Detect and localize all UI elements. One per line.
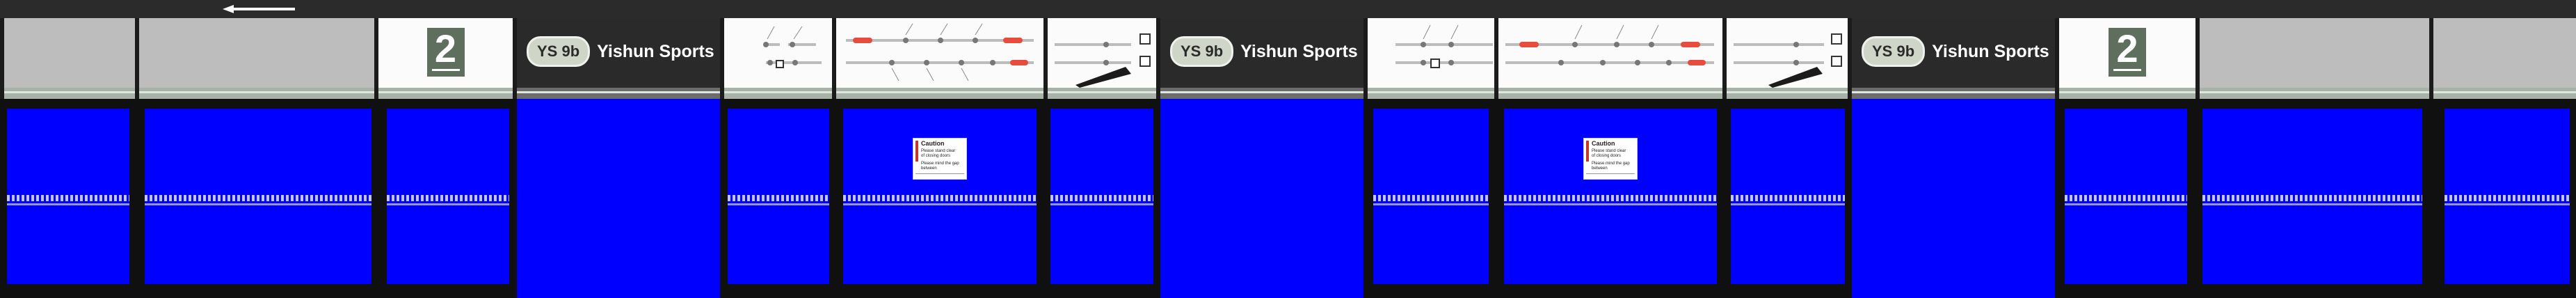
screen-door-panel: Caution Please stand clear of closing do… xyxy=(1504,109,1717,284)
signage-strip: 2 YS 9b Yishun Sports Hall xyxy=(0,18,2576,99)
caution-text: Please mind the gap between xyxy=(1592,162,1630,171)
caution-sign: Caution Please stand clear of closing do… xyxy=(1583,138,1638,180)
station-name-panel: YS 9b Yishun Sports Hall xyxy=(1160,18,1363,99)
line-map-diagram xyxy=(1734,33,1842,88)
station-code-badge: YS 9b xyxy=(1170,36,1234,67)
station-code-badge: YS 9b xyxy=(1862,36,1926,67)
screen-door-panel xyxy=(1160,99,1363,298)
screen-door-panel xyxy=(1050,109,1153,284)
platform-number-panel: 2 xyxy=(378,18,513,99)
platform-screen-doors: Caution Please stand clear of closing do… xyxy=(0,99,2576,298)
screen-door-panel xyxy=(7,109,129,284)
station-name-panel: YS 9b Yishun Sports Hall xyxy=(517,18,720,99)
screen-door-panel xyxy=(2065,109,2187,284)
caution-title: Caution xyxy=(921,140,945,147)
platform-number: 2 xyxy=(426,28,465,77)
line-map-diagram xyxy=(1505,24,1714,65)
station-name: Yishun Sports Hall xyxy=(1932,41,2055,61)
caution-warning-bar xyxy=(915,141,918,162)
screen-door-panel xyxy=(1852,99,2055,298)
top-bar xyxy=(0,0,2576,18)
caution-text: Please stand clear of closing doors xyxy=(1592,149,1626,158)
line-map-diagram xyxy=(846,23,1034,81)
station-name-panel: YS 9b Yishun Sports Hall xyxy=(1852,18,2055,99)
line-map-diagram xyxy=(1055,33,1151,88)
station-name: Yishun Sports Hall xyxy=(1240,41,1363,61)
screen-door-panel xyxy=(145,109,371,284)
screen-door-panel: Caution Please stand clear of closing do… xyxy=(843,109,1037,284)
caution-title: Caution xyxy=(1592,140,1615,147)
screen-door-panel xyxy=(517,99,720,298)
line-map-panel xyxy=(1368,18,1494,99)
caution-text: Please stand clear of closing doors xyxy=(921,149,956,158)
blank-panel xyxy=(2433,18,2576,99)
line-map-diagram xyxy=(763,26,822,68)
screen-door-panel xyxy=(2202,109,2422,284)
line-map-panel xyxy=(1727,18,1848,99)
caution-warning-bar xyxy=(1586,141,1589,162)
caution-text: Please mind the gap between xyxy=(921,162,959,171)
left-arrow-icon xyxy=(223,5,295,13)
line-map-panel xyxy=(724,18,832,99)
line-map-diagram xyxy=(1395,24,1493,68)
line-map-panel xyxy=(1048,18,1156,99)
screen-door-panel xyxy=(1373,109,1489,284)
blank-panel xyxy=(139,18,374,99)
line-map-panel xyxy=(1498,18,1722,99)
blank-panel xyxy=(2200,18,2429,99)
line-map-panel xyxy=(836,18,1043,99)
caution-sign: Caution Please stand clear of closing do… xyxy=(913,138,967,180)
station-name: Yishun Sports Hall xyxy=(597,41,720,61)
blank-panel xyxy=(4,18,135,99)
screen-door-panel xyxy=(728,109,829,284)
platform-number-panel: 2 xyxy=(2059,18,2195,99)
screen-door-panel xyxy=(2445,109,2570,284)
platform-number: 2 xyxy=(2109,28,2146,77)
screen-door-panel xyxy=(1731,109,1845,284)
screen-door-panel xyxy=(387,109,509,284)
station-code-badge: YS 9b xyxy=(527,36,591,67)
